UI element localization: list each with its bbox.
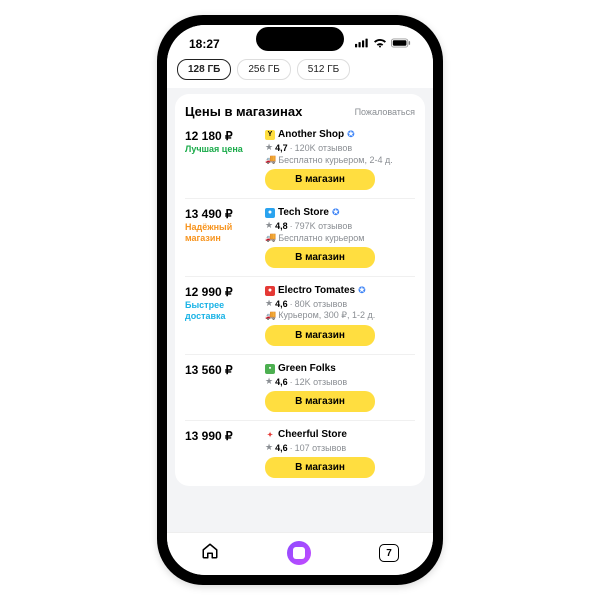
go-to-shop-button[interactable]: В магазин — [265, 325, 375, 346]
price: 13 560 ₽ — [185, 363, 265, 377]
go-to-shop-button[interactable]: В магазин — [265, 391, 375, 412]
home-icon[interactable] — [201, 542, 219, 565]
shop-name: Green Folks — [278, 363, 336, 374]
content-scroll[interactable]: Цены в магазинах Пожаловаться 12 180 ₽ Л… — [167, 88, 433, 532]
reviews-count: 797K отзывов — [295, 221, 353, 231]
go-to-shop-button[interactable]: В магазин — [265, 457, 375, 478]
reviews-count: 120K отзывов — [295, 143, 353, 153]
section-title: Цены в магазинах — [185, 104, 302, 119]
offer-row[interactable]: 13 490 ₽ Надёжный магазин ● Tech Store ✪… — [185, 198, 415, 276]
reviews-count: 12K отзывов — [295, 377, 348, 387]
shop-name: Electro Tomates — [278, 285, 355, 296]
shop-name: Another Shop — [278, 129, 344, 140]
star-icon: ★ — [265, 376, 273, 387]
offer-badge: Надёжный магазин — [185, 222, 265, 244]
go-to-shop-button[interactable]: В магазин — [265, 169, 375, 190]
verified-icon: ✪ — [358, 285, 366, 296]
shop-logo: ▪ — [265, 364, 275, 374]
storage-chips: 128 ГБ 256 ГБ 512 ГБ — [167, 55, 433, 88]
truck-icon: 🚚 — [265, 310, 276, 321]
rating-value: 4,6 — [275, 377, 288, 387]
truck-icon: 🚚 — [265, 154, 276, 165]
delivery-info: 🚚 Курьером, 300 ₽, 1-2 д. — [265, 310, 415, 321]
star-icon: ★ — [265, 220, 273, 231]
rating-value: 4,7 — [275, 143, 288, 153]
offer-badge: Быстрее доставка — [185, 300, 265, 322]
offer-row[interactable]: 13 990 ₽ ✦ Cheerful Store ★ 4,6 · 107 от… — [185, 420, 415, 486]
shop-logo: ● — [265, 286, 275, 296]
verified-icon: ✪ — [332, 207, 340, 218]
chip-256gb[interactable]: 256 ГБ — [237, 59, 290, 80]
alice-icon[interactable] — [287, 541, 311, 565]
services-icon[interactable]: 7 — [379, 544, 399, 562]
delivery-info: 🚚 Бесплатно курьером, 2-4 д. — [265, 154, 415, 165]
reviews-count: 80K отзывов — [295, 299, 348, 309]
star-icon: ★ — [265, 142, 273, 153]
shop-logo: ✦ — [265, 430, 275, 440]
wifi-icon — [373, 37, 387, 51]
shop-name: Tech Store — [278, 207, 329, 218]
rating-value: 4,6 — [275, 443, 288, 453]
screen: 18:27 128 ГБ 256 ГБ 512 ГБ Цены в — [167, 25, 433, 575]
reviews-count: 107 отзывов — [295, 443, 347, 453]
signal-icon — [355, 37, 369, 51]
clock: 18:27 — [189, 37, 220, 51]
offer-row[interactable]: 13 560 ₽ ▪ Green Folks ★ 4,6 · 12K отзыв… — [185, 354, 415, 420]
dynamic-island — [256, 27, 344, 51]
verified-icon: ✪ — [347, 129, 355, 140]
phone-frame: 18:27 128 ГБ 256 ГБ 512 ГБ Цены в — [157, 15, 443, 585]
battery-icon — [391, 37, 411, 51]
shop-logo: Y — [265, 130, 275, 140]
go-to-shop-button[interactable]: В магазин — [265, 247, 375, 268]
rating-value: 4,6 — [275, 299, 288, 309]
price: 12 990 ₽ — [185, 285, 265, 299]
offer-badge: Лучшая цена — [185, 144, 265, 155]
shop-name: Cheerful Store — [278, 429, 347, 440]
shop-logo: ● — [265, 208, 275, 218]
star-icon: ★ — [265, 442, 273, 453]
price: 12 180 ₽ — [185, 129, 265, 143]
offer-row[interactable]: 12 990 ₽ Быстрее доставка ● Electro Toma… — [185, 276, 415, 354]
delivery-info: 🚚 Бесплатно курьером — [265, 232, 415, 243]
price: 13 990 ₽ — [185, 429, 265, 443]
chip-512gb[interactable]: 512 ГБ — [297, 59, 350, 80]
offer-row[interactable]: 12 180 ₽ Лучшая цена Y Another Shop ✪ ★ … — [185, 127, 415, 198]
nav-bar: 7 — [167, 532, 433, 575]
price: 13 490 ₽ — [185, 207, 265, 221]
chip-128gb[interactable]: 128 ГБ — [177, 59, 231, 80]
rating-value: 4,8 — [275, 221, 288, 231]
complain-link[interactable]: Пожаловаться — [355, 107, 415, 117]
star-icon: ★ — [265, 298, 273, 309]
prices-section: Цены в магазинах Пожаловаться 12 180 ₽ Л… — [175, 94, 425, 486]
truck-icon: 🚚 — [265, 232, 276, 243]
